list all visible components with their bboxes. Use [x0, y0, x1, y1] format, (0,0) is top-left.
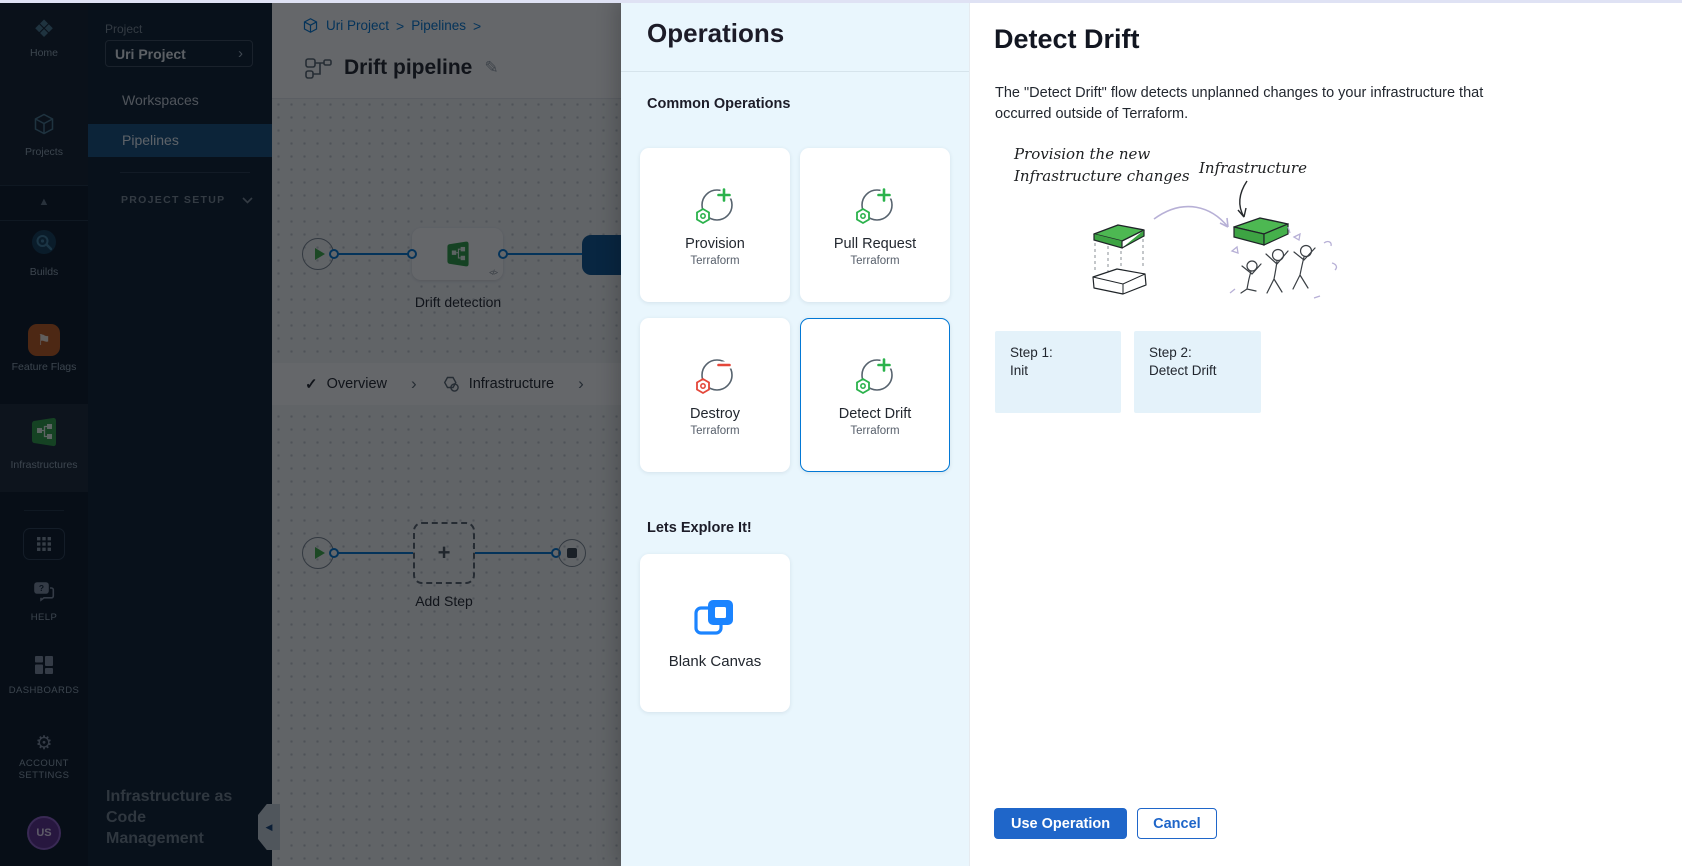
blank-canvas-label: Blank Canvas: [669, 653, 762, 670]
operation-name: Detect Drift: [839, 406, 912, 422]
illustration-caption-right: Infrastructure: [1198, 159, 1307, 177]
stick-figures-sketch: [1241, 246, 1315, 294]
operation-name: Provision: [685, 236, 745, 252]
operation-card-detect-drift[interactable]: Detect Drift Terraform: [800, 318, 950, 472]
lets-explore-heading: Lets Explore It!: [647, 520, 752, 536]
step-box-1: Step 1: Init: [995, 331, 1121, 413]
illustration-caption-line1: Provision the new: [1013, 145, 1150, 163]
operation-sub: Terraform: [850, 255, 899, 267]
step-name: Init: [1010, 362, 1121, 380]
cancel-button[interactable]: Cancel: [1137, 808, 1217, 839]
step-title: Step 1:: [1010, 344, 1121, 362]
destroy-terraform-icon: [690, 353, 740, 399]
hexagon-infra-sketch: [1234, 218, 1288, 245]
modal-dim-overlay[interactable]: [0, 0, 622, 866]
drawer-title: Operations: [647, 18, 784, 49]
step-box-2: Step 2: Detect Drift: [1134, 331, 1261, 413]
use-operation-button[interactable]: Use Operation: [994, 808, 1127, 839]
window-top-edge: [0, 0, 1682, 3]
step-name: Detect Drift: [1149, 362, 1261, 380]
operation-detail-panel: Detect Drift The "Detect Drift" flow det…: [969, 0, 1682, 866]
pull-request-terraform-icon: [850, 183, 900, 229]
detect-drift-terraform-icon: [850, 353, 900, 399]
hexagon-lifting-sketch: [1093, 225, 1146, 294]
app-window: ❖ Home Projects ▲: [0, 0, 1682, 866]
blank-canvas-icon: [692, 597, 738, 639]
operations-drawer: Operations Common Operations Provision T…: [621, 0, 969, 866]
drift-arrow: [1154, 207, 1228, 227]
step-title: Step 2:: [1149, 344, 1261, 362]
detect-drift-illustration: Provision the new Infrastructure changes…: [994, 133, 1364, 318]
common-operations-heading: Common Operations: [647, 96, 790, 112]
operation-sub: Terraform: [850, 425, 899, 437]
operation-card-pull-request[interactable]: Pull Request Terraform: [800, 148, 950, 302]
operation-card-destroy[interactable]: Destroy Terraform: [640, 318, 790, 472]
illustration-caption-line2: Infrastructure changes: [1013, 167, 1190, 185]
operation-card-provision[interactable]: Provision Terraform: [640, 148, 790, 302]
divider: [621, 71, 969, 72]
operation-name: Destroy: [690, 406, 740, 422]
operation-sub: Terraform: [690, 425, 739, 437]
detail-description: The "Detect Drift" flow detects unplanne…: [995, 83, 1515, 125]
detail-title: Detect Drift: [994, 24, 1140, 55]
provision-terraform-icon: [690, 183, 740, 229]
blank-canvas-card[interactable]: Blank Canvas: [640, 554, 790, 712]
detail-actions: Use Operation Cancel: [994, 808, 1217, 839]
operation-sub: Terraform: [690, 255, 739, 267]
operation-name: Pull Request: [834, 236, 916, 252]
